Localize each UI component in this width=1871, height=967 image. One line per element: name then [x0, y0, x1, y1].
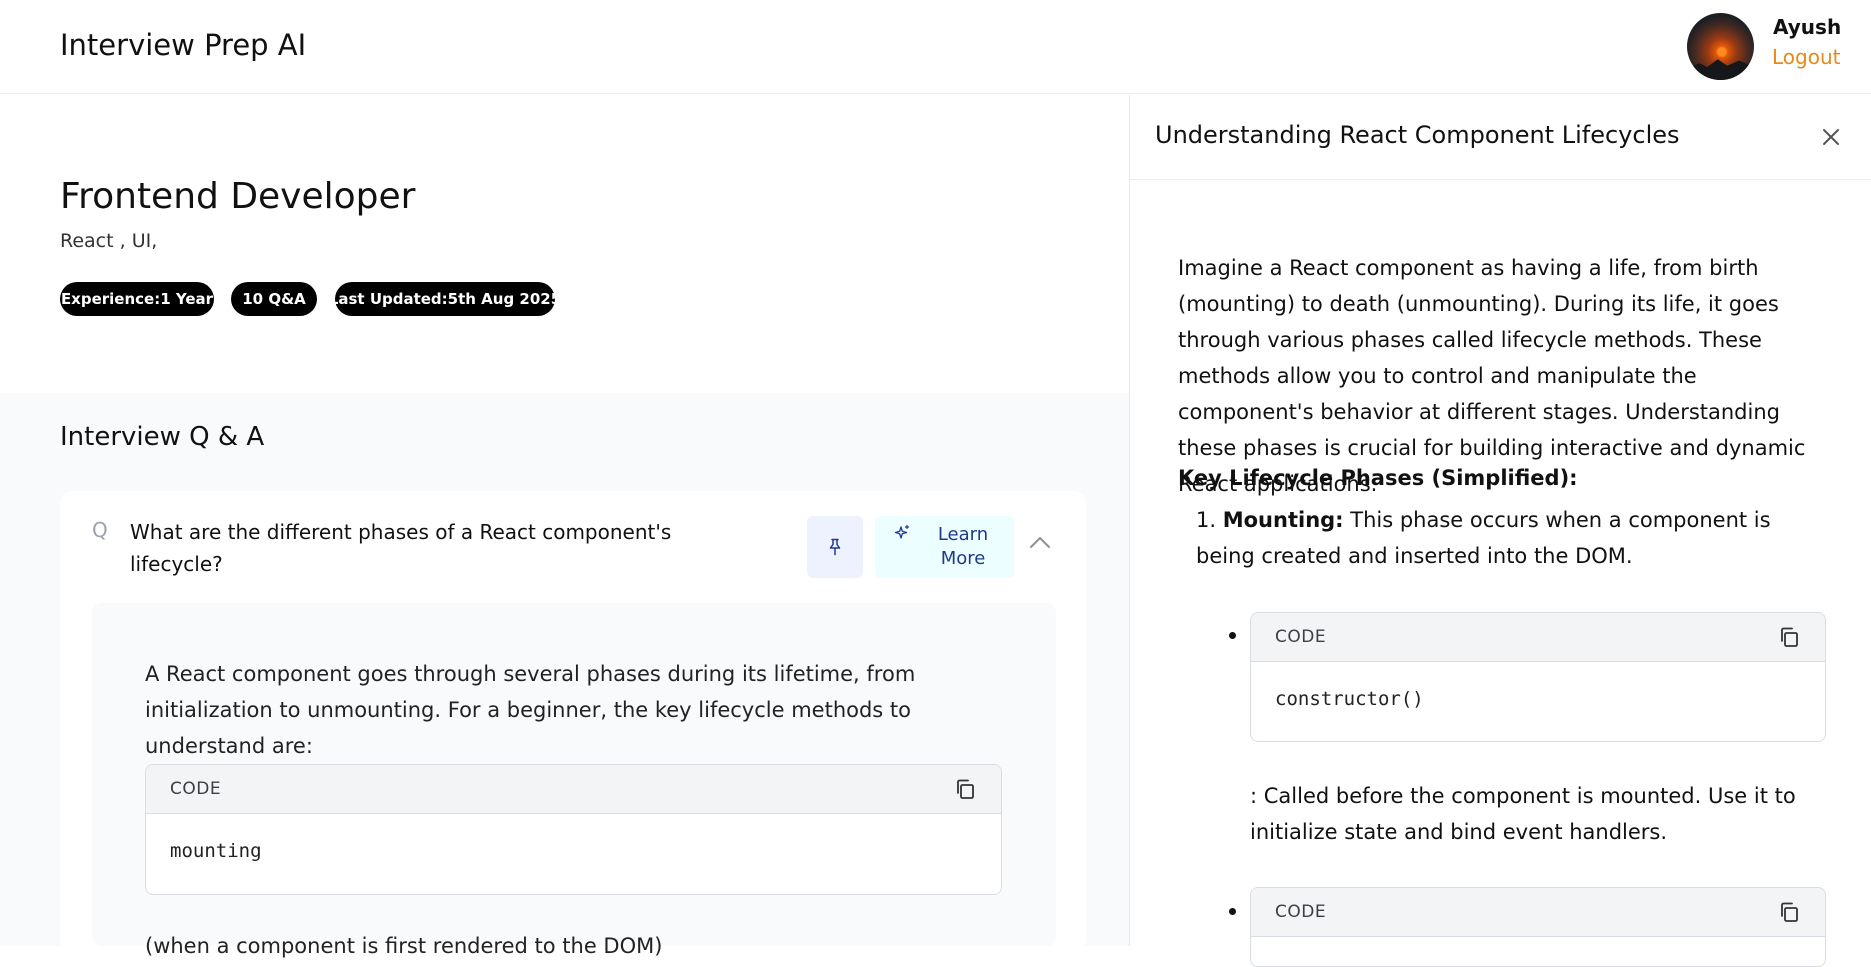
- close-button[interactable]: [1815, 121, 1847, 153]
- app-title[interactable]: Interview Prep AI: [60, 28, 306, 62]
- code-header: CODE: [1251, 613, 1825, 662]
- question-text[interactable]: What are the different phases of a React…: [130, 516, 690, 580]
- code-label: CODE: [1275, 902, 1327, 922]
- code-snippet: mounting: [170, 840, 262, 862]
- session-header: [0, 95, 1129, 393]
- copy-icon[interactable]: [953, 777, 977, 801]
- code-header: CODE: [1251, 888, 1825, 937]
- logout-link[interactable]: Logout: [1772, 45, 1840, 69]
- close-icon: [1823, 129, 1839, 145]
- answer-code-block: CODE mounting: [145, 764, 1002, 895]
- drawer-code-block: CODE constructor(): [1250, 612, 1826, 742]
- user-name: Ayush: [1773, 15, 1842, 39]
- role-topics: React , UI,: [60, 230, 158, 252]
- code-label: CODE: [170, 779, 222, 799]
- drawer-subheading: Key Lifecycle Phases (Simplified):: [1178, 466, 1578, 490]
- answer-text: A React component goes through several p…: [145, 662, 916, 758]
- drawer-title: Understanding React Component Lifecycles: [1155, 121, 1680, 149]
- copy-icon[interactable]: [1777, 625, 1801, 649]
- drawer-header: Understanding React Component Lifecycles: [1130, 95, 1871, 180]
- top-bar: Interview Prep AI Ayush Logout: [0, 0, 1871, 94]
- learn-more-button[interactable]: Learn More: [875, 516, 1014, 578]
- pin-icon: [829, 538, 841, 556]
- code-snippet: constructor(): [1275, 688, 1424, 710]
- page-title: Frontend Developer: [60, 176, 416, 217]
- pin-button[interactable]: [807, 516, 863, 578]
- bullet-icon: [1229, 632, 1236, 639]
- code-description: : Called before the component is mounted…: [1250, 784, 1796, 844]
- question-marker: Q: [92, 518, 108, 542]
- collapse-button[interactable]: [1029, 534, 1051, 553]
- drawer-intro-text: Imagine a React component as having a li…: [1178, 256, 1806, 496]
- qa-section-title: Interview Q & A: [60, 422, 265, 452]
- bullet-icon: [1229, 908, 1236, 915]
- last-updated-badge: Last Updated:5th Aug 2025: [329, 282, 561, 316]
- avatar[interactable]: [1687, 13, 1754, 80]
- list-number: 1.: [1196, 508, 1217, 532]
- qa-count-badge: 10 Q&A: [231, 282, 317, 316]
- code-header: CODE: [146, 765, 1001, 814]
- list-term: Mounting:: [1222, 508, 1344, 532]
- learn-more-label: Learn More: [937, 524, 989, 569]
- lifecycle-list-item: 1. Mounting: This phase occurs when a co…: [1196, 502, 1816, 574]
- copy-icon[interactable]: [1777, 900, 1801, 924]
- sparkle-icon: [894, 524, 910, 539]
- chevron-up-icon: [1030, 537, 1050, 548]
- experience-badge: Experience:1 Year: [60, 282, 214, 316]
- drawer-code-block-2: CODE: [1250, 887, 1826, 967]
- answer-trailing-text: (when a component is first rendered to t…: [145, 934, 663, 958]
- code-label: CODE: [1275, 627, 1327, 647]
